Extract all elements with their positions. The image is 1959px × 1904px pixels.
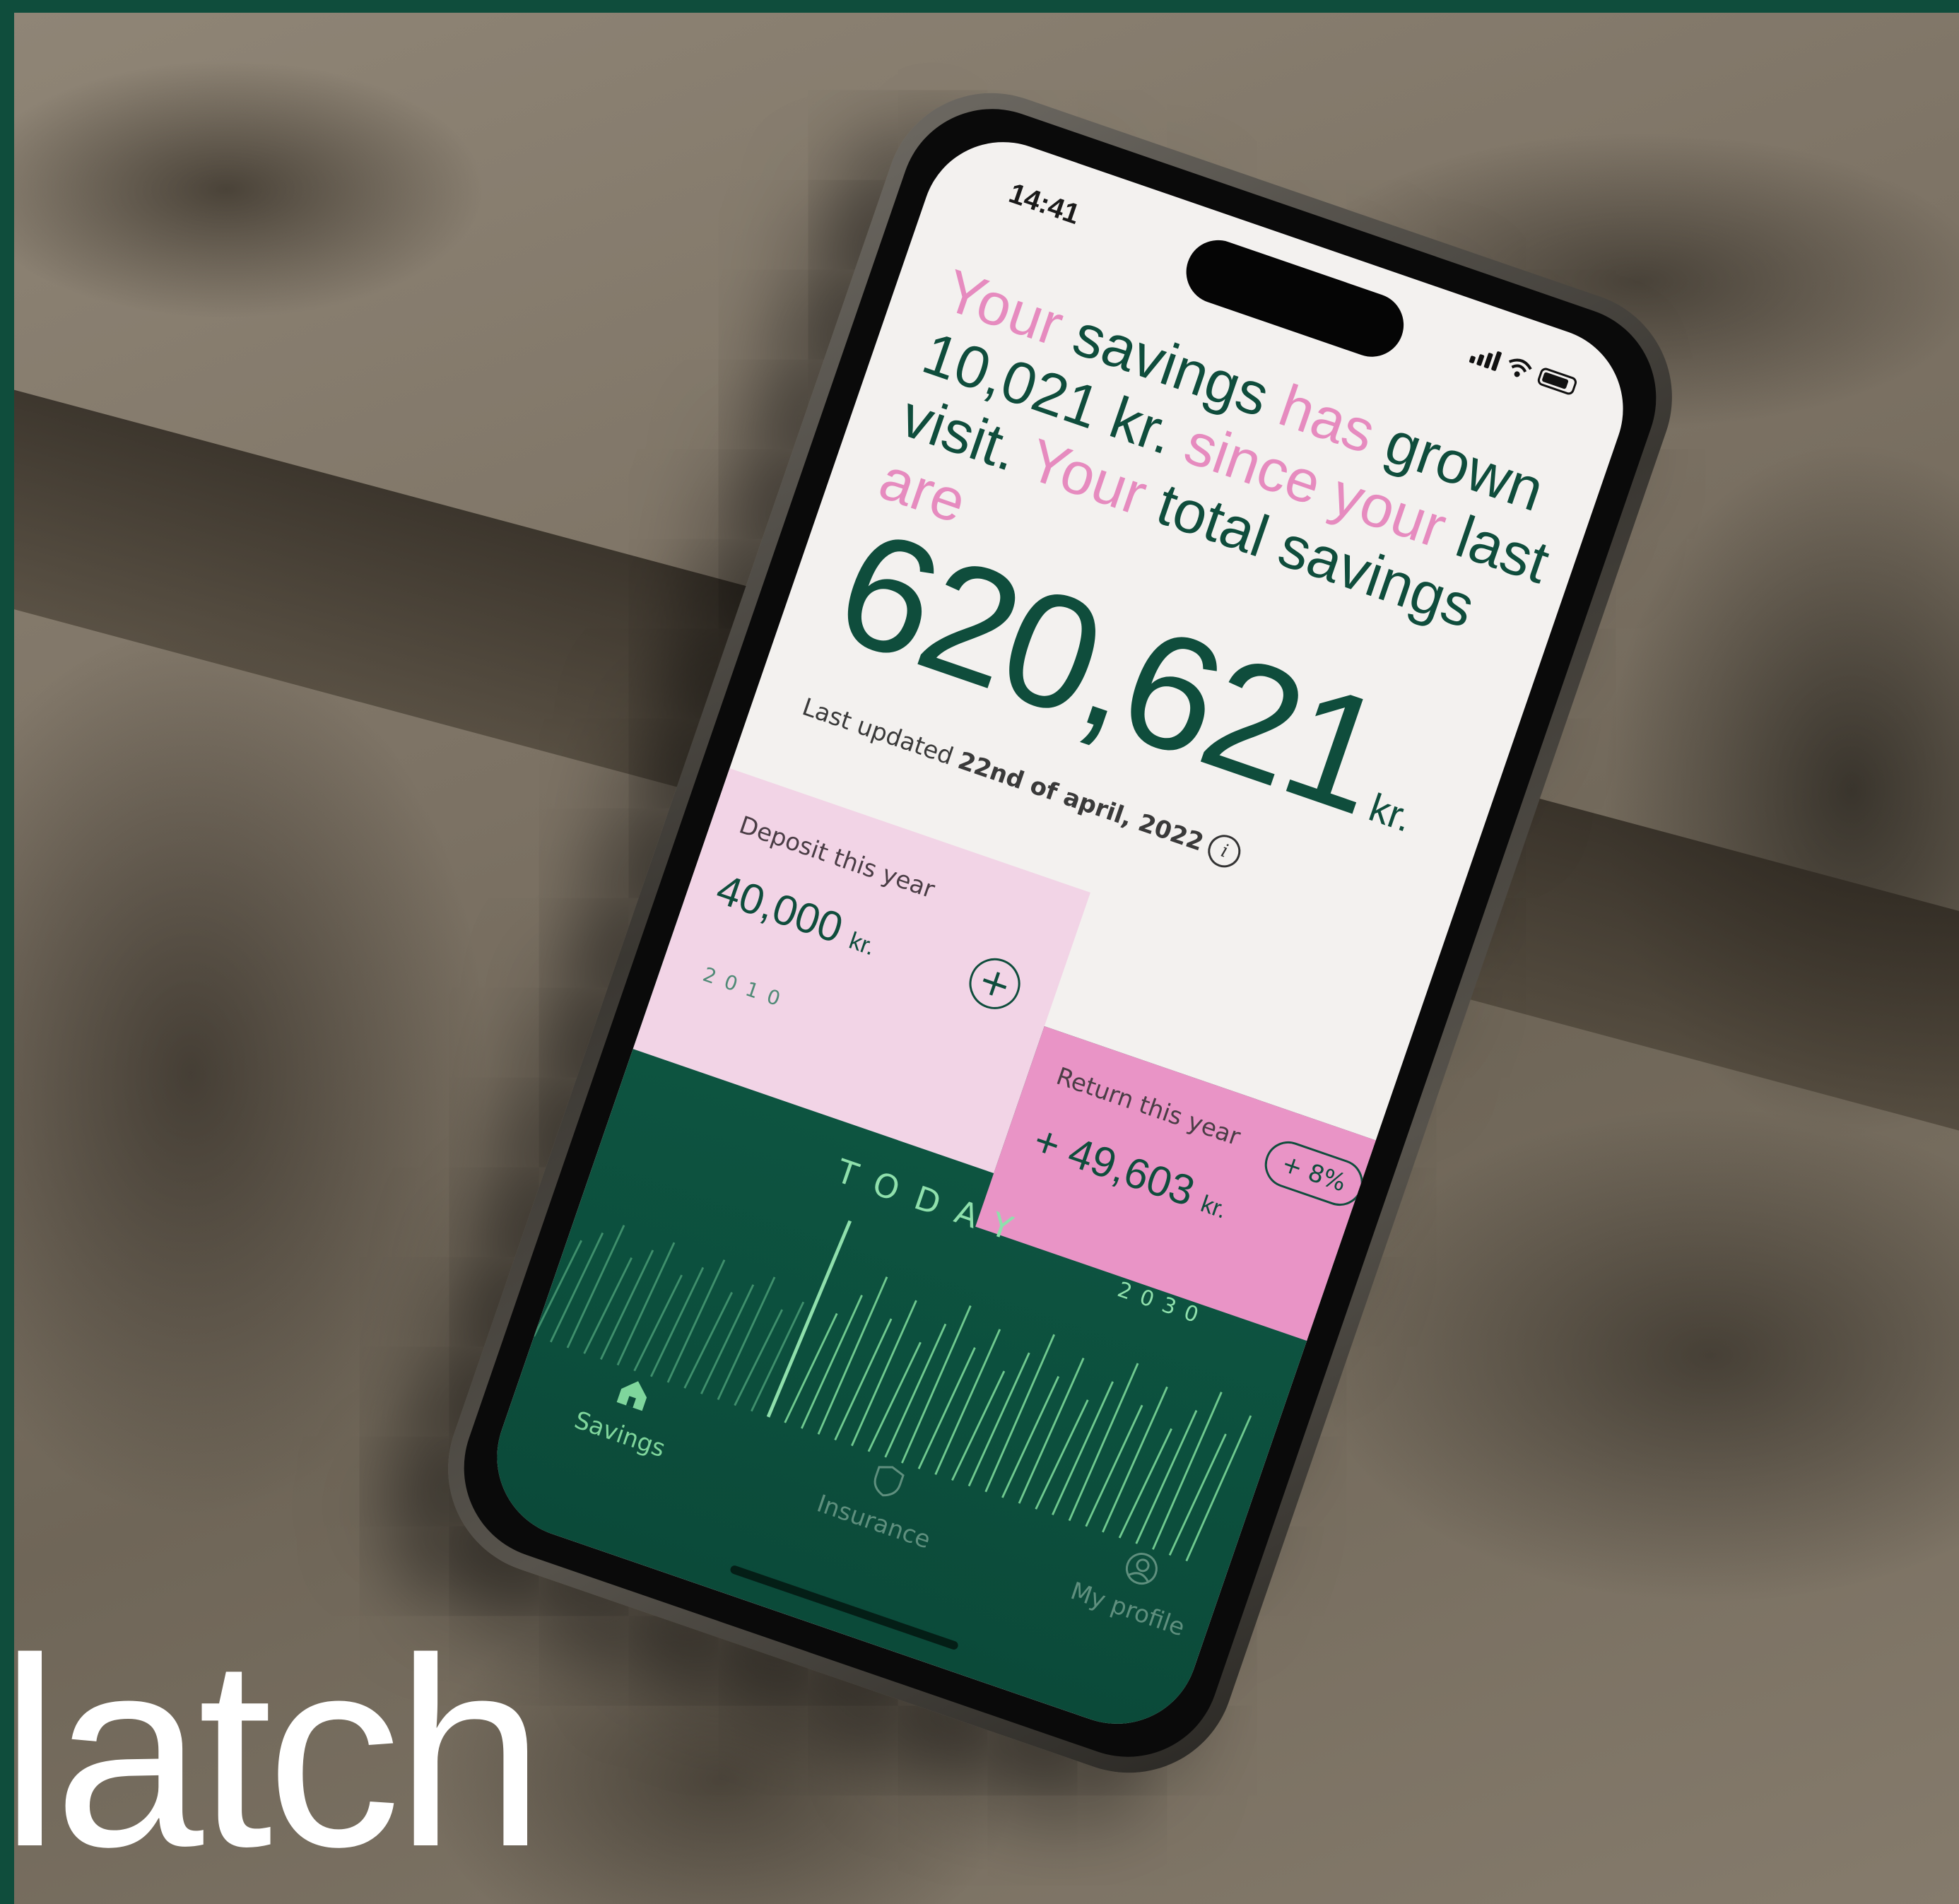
timeline-tick <box>616 1242 676 1366</box>
timeline-tick <box>683 1291 733 1389</box>
total-savings-unit: kr. <box>1363 784 1418 840</box>
timeline-tick <box>984 1334 1056 1493</box>
timeline-tick <box>633 1274 683 1372</box>
timeline-tick <box>533 1240 582 1337</box>
timeline-tick <box>901 1305 972 1464</box>
timeline-tick <box>967 1352 1030 1487</box>
timeline-tick <box>1152 1392 1223 1550</box>
info-icon[interactable]: i <box>1204 830 1245 872</box>
timeline-tick <box>1068 1363 1139 1522</box>
timeline-tick <box>1052 1381 1114 1516</box>
timeline-tick <box>1135 1410 1198 1544</box>
timeline-tick <box>734 1309 783 1406</box>
return-unit: kr. <box>1197 1190 1230 1224</box>
return-amount: + 49,603 <box>1028 1116 1201 1216</box>
timeline-tick <box>817 1276 888 1435</box>
timeline-tick <box>884 1323 947 1458</box>
timeline-tick <box>717 1276 776 1401</box>
battery-icon <box>1536 366 1579 396</box>
nav-label-profile: My profile <box>1066 1577 1189 1643</box>
timeline-tick <box>583 1257 633 1354</box>
signal-icon <box>1469 342 1502 372</box>
deposit-unit: kr. <box>845 927 878 961</box>
deposit-amount: 40,000 <box>710 864 849 953</box>
wifi-icon <box>1508 358 1532 377</box>
status-time: 14:41 <box>1005 177 1084 231</box>
nav-label-savings: Savings <box>570 1406 669 1464</box>
timeline-tick <box>1185 1415 1252 1562</box>
brand-wordmark: latch <box>0 1602 545 1903</box>
nav-label-insurance: Insurance <box>813 1489 934 1555</box>
timeline-tick <box>566 1225 625 1348</box>
timeline-tick <box>666 1259 726 1383</box>
status-icons <box>1469 342 1579 398</box>
